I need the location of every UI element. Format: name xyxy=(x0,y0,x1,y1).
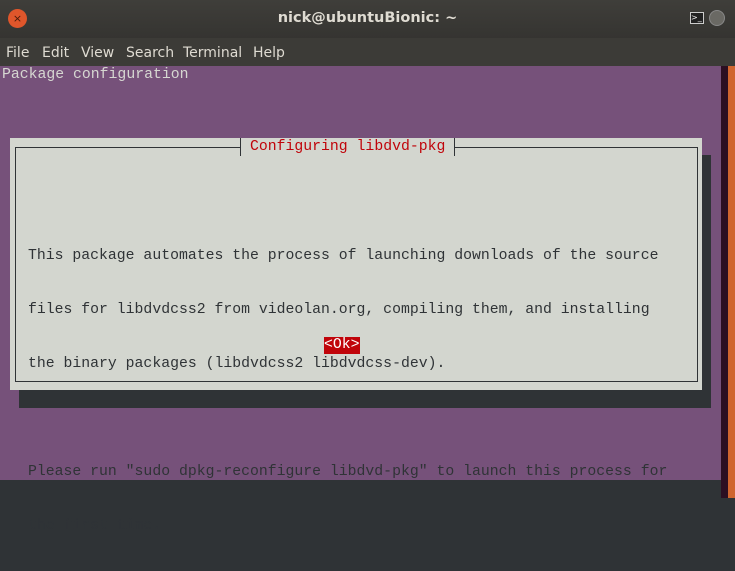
dialog-title: Configuring libdvd-pkg xyxy=(240,138,456,156)
terminal-bottom-bar xyxy=(0,480,721,498)
menu-file[interactable]: File xyxy=(6,45,29,61)
window-title: nick@ubuntuBionic: ~ xyxy=(277,10,458,26)
menu-edit[interactable]: Edit xyxy=(42,45,69,61)
terminal-icon[interactable]: >_ xyxy=(690,12,704,24)
body-line xyxy=(28,409,667,427)
maximize-icon[interactable] xyxy=(709,10,725,26)
menu-bar: File Edit View Search Terminal Help xyxy=(0,38,735,66)
menu-view[interactable]: View xyxy=(81,45,114,61)
menu-help[interactable]: Help xyxy=(253,45,285,61)
dialog-body: This package automates the process of la… xyxy=(28,211,667,571)
body-line: the first time. xyxy=(28,518,162,534)
ok-button[interactable]: <Ok> xyxy=(324,337,360,354)
terminal-area[interactable]: Package configuration Configuring libdvd… xyxy=(0,66,721,534)
package-config-header: Package configuration xyxy=(2,67,189,83)
body-line: Please run "sudo dpkg-reconfigure libdvd… xyxy=(28,464,668,480)
scrollbar[interactable] xyxy=(721,66,728,498)
title-bar: × nick@ubuntuBionic: ~ >_ xyxy=(0,0,735,38)
menu-terminal[interactable]: Terminal xyxy=(183,45,242,61)
body-line: the binary packages (libdvdcss2 libdvdcs… xyxy=(28,356,446,372)
menu-search[interactable]: Search xyxy=(126,45,174,61)
body-line: This package automates the process of la… xyxy=(28,248,659,264)
desktop-edge xyxy=(728,66,735,498)
body-line: files for libdvdcss2 from videolan.org, … xyxy=(28,302,650,318)
config-dialog: Configuring libdvd-pkg This package auto… xyxy=(10,138,702,534)
